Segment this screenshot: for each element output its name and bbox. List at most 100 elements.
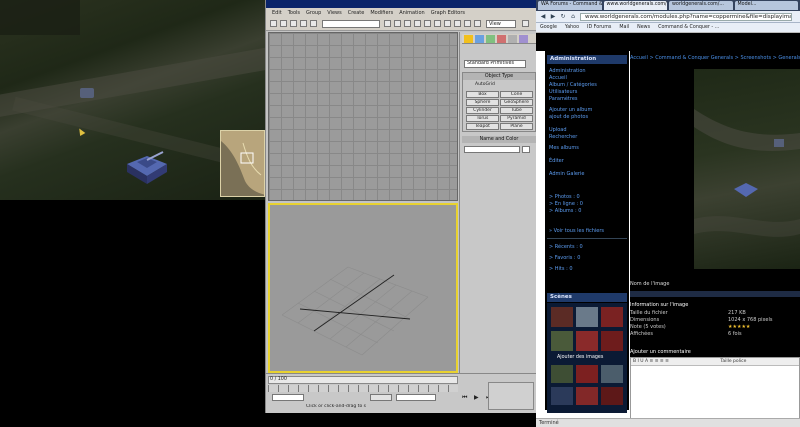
bookmark-item[interactable]: Mail [619, 25, 629, 30]
sidebar-link[interactable]: Utilisateurs [549, 89, 577, 95]
move-icon[interactable] [404, 20, 411, 27]
bookmark-item[interactable]: Yahoo [565, 25, 579, 30]
rating-stars[interactable]: ★★★★★ [728, 324, 750, 330]
motion-tab-icon[interactable] [497, 35, 506, 43]
browser-tab-active[interactable]: www.worldgenerals.com/... [603, 1, 667, 10]
rating-bar[interactable] [630, 291, 800, 297]
font-size-dropdown[interactable]: Taille police [720, 359, 746, 364]
menu-item[interactable]: Create [348, 10, 365, 16]
sidebar-link[interactable]: Upload [549, 127, 567, 133]
display-tab-icon[interactable] [508, 35, 517, 43]
scene-thumbnail[interactable] [551, 387, 573, 405]
browser-tab[interactable]: worldgenerals.com/... [669, 1, 733, 10]
plane-button[interactable]: Plane [500, 123, 533, 130]
menu-item[interactable]: Views [327, 10, 341, 16]
viewport-nav-controls[interactable] [488, 382, 534, 410]
bind-icon[interactable] [310, 20, 317, 27]
sidebar-link[interactable]: Album / Catégories [549, 82, 597, 88]
name-color-rollout-title[interactable]: Name and Color [462, 136, 536, 143]
time-slider[interactable] [268, 376, 458, 384]
object-color-swatch[interactable] [522, 146, 530, 153]
render-icon[interactable] [522, 20, 529, 27]
select-by-name-icon[interactable] [394, 20, 401, 27]
selection-filter-dropdown[interactable] [322, 20, 380, 28]
scene-thumbnail[interactable] [551, 365, 573, 383]
scene-thumbnail[interactable] [576, 365, 598, 383]
pyramid-button[interactable]: Pyramid [500, 115, 533, 122]
redo-icon[interactable] [280, 20, 287, 27]
bookmark-item[interactable]: News [637, 25, 650, 30]
geosphere-button[interactable]: GeoSphere [500, 99, 533, 106]
play-icon[interactable]: ▶ [474, 394, 479, 401]
bookmark-item[interactable]: ID Forums [587, 25, 611, 30]
reload-icon[interactable]: ↻ [559, 13, 567, 21]
scene-thumbnail[interactable] [601, 365, 623, 383]
cone-button[interactable]: Cone [500, 91, 533, 98]
undo-icon[interactable] [270, 20, 277, 27]
link-icon[interactable] [290, 20, 297, 27]
torus-button[interactable]: Torus [466, 115, 499, 122]
sidebar-link[interactable]: Mes albums [549, 145, 579, 151]
viewport-perspective[interactable] [268, 203, 458, 373]
mirror-icon[interactable] [464, 20, 471, 27]
scene-thumbnail[interactable] [551, 331, 573, 351]
trackbar[interactable] [268, 385, 458, 392]
home-icon[interactable]: ⌂ [569, 13, 577, 21]
format-buttons[interactable]: B I U A ≡ ≡ ≡ ≡ [633, 359, 669, 364]
scene-thumbnail[interactable] [576, 387, 598, 405]
browser-tab[interactable]: WA Forums - Command & Co... [538, 1, 602, 10]
create-tab-icon[interactable] [464, 35, 473, 43]
cylinder-button[interactable]: Cylinder [466, 107, 499, 114]
object-type-title[interactable]: Object Type [463, 73, 535, 80]
scene-thumbnail[interactable] [551, 307, 573, 327]
coordinate-field[interactable] [272, 394, 304, 401]
sidebar-link[interactable]: Éditer [549, 158, 564, 164]
bookmark-item[interactable]: Google [540, 25, 557, 30]
viewport-top[interactable] [268, 32, 458, 201]
comment-editor[interactable]: B I U A ≡ ≡ ≡ ≡ Taille police [630, 357, 800, 419]
scene-thumbnail[interactable] [601, 387, 623, 405]
view-all-link[interactable]: » Voir tous les fichiers [549, 228, 604, 234]
tube-button[interactable]: Tube [500, 107, 533, 114]
menu-item[interactable]: Edit [272, 10, 282, 16]
tank-unit[interactable] [123, 150, 171, 186]
back-icon[interactable]: ◀ [539, 13, 547, 21]
angle-snap-icon[interactable] [444, 20, 451, 27]
snap-icon[interactable] [434, 20, 441, 27]
primitives-dropdown[interactable]: Standard Primitives [464, 60, 526, 68]
align-icon[interactable] [474, 20, 481, 27]
set-key-button[interactable] [370, 394, 392, 401]
address-bar[interactable]: www.worldgenerals.com/modules.php?name=c… [580, 13, 792, 21]
sidebar-link[interactable]: Ajouter un album [549, 107, 592, 113]
key-filter-dropdown[interactable] [396, 394, 436, 401]
modify-tab-icon[interactable] [475, 35, 484, 43]
sidebar-link[interactable]: ajout de photos [549, 114, 588, 120]
sidebar-link[interactable]: Admin Galerie [549, 171, 584, 177]
sidebar-link[interactable]: Administration [549, 68, 586, 74]
autogrid-checkbox[interactable]: AutoGrid [475, 82, 495, 87]
sidebar-link[interactable]: Rechercher [549, 134, 577, 140]
scene-thumbnail[interactable] [601, 307, 623, 327]
menu-item[interactable]: Animation [399, 10, 425, 16]
minimap[interactable] [220, 130, 265, 197]
scene-thumbnail[interactable] [576, 331, 598, 351]
forward-icon[interactable]: ▶ [549, 13, 557, 21]
breadcrumb[interactable]: Accueil > Command & Conquer Generals > S… [630, 55, 800, 63]
percent-snap-icon[interactable] [454, 20, 461, 27]
rotate-icon[interactable] [414, 20, 421, 27]
bookmark-item[interactable]: Command & Conquer - ... [658, 25, 719, 30]
command-panel-tabs[interactable] [462, 34, 536, 44]
utilities-tab-icon[interactable] [519, 35, 528, 43]
enemy-unit[interactable] [80, 88, 94, 98]
editor-toolbar[interactable]: B I U A ≡ ≡ ≡ ≡ Taille police [631, 358, 799, 366]
unlink-icon[interactable] [300, 20, 307, 27]
sidebar-link[interactable]: Accueil [549, 75, 567, 81]
gallery-image[interactable] [694, 69, 800, 269]
object-name-field[interactable] [464, 146, 520, 153]
box-button[interactable]: Box [466, 91, 499, 98]
scene-thumbnail[interactable] [576, 307, 598, 327]
scale-icon[interactable] [424, 20, 431, 27]
menu-item[interactable]: Group [306, 10, 321, 16]
teapot-button[interactable]: Teapot [466, 123, 499, 130]
browser-tab[interactable]: Model... [734, 1, 798, 10]
